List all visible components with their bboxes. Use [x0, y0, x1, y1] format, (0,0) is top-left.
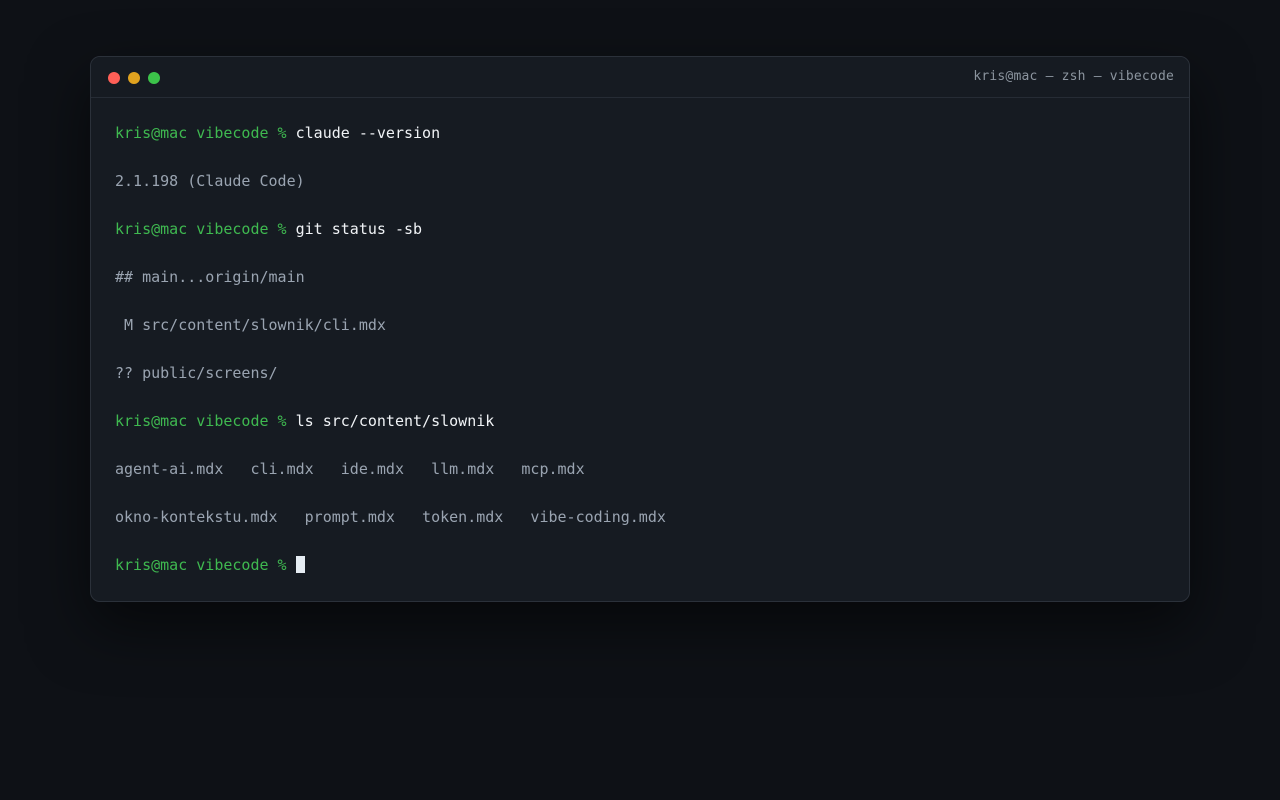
- terminal-window: kris@mac — zsh — vibecode kris@mac vibec…: [90, 56, 1190, 602]
- window-controls: [108, 72, 160, 84]
- terminal-output[interactable]: kris@mac vibecode % claude --version 2.1…: [115, 121, 1169, 601]
- terminal-line-output: okno-kontekstu.mdx prompt.mdx token.mdx …: [115, 508, 666, 526]
- terminal-line-active-prompt[interactable]: kris@mac vibecode %: [115, 553, 1169, 601]
- text-cursor: [295, 556, 305, 573]
- shell-prompt: kris@mac vibecode %: [115, 412, 296, 430]
- maximize-icon[interactable]: [148, 72, 160, 84]
- command-text: git status -sb: [295, 220, 423, 238]
- terminal-line-output: 2.1.198 (Claude Code): [115, 172, 305, 190]
- terminal-line-output: ?? public/screens/: [115, 364, 278, 382]
- terminal-line-command: kris@mac vibecode % claude --version: [115, 121, 1169, 169]
- shell-prompt: kris@mac vibecode %: [115, 124, 296, 142]
- terminal-line-output: ## main...origin/main: [115, 268, 305, 286]
- terminal-line-command: kris@mac vibecode % git status -sb: [115, 217, 1169, 265]
- shell-prompt: kris@mac vibecode %: [115, 556, 296, 574]
- title-bar: kris@mac — zsh — vibecode: [91, 57, 1189, 98]
- window-title: kris@mac — zsh — vibecode: [973, 69, 1174, 84]
- terminal-line-output: agent-ai.mdx cli.mdx ide.mdx llm.mdx mcp…: [115, 460, 585, 478]
- shell-prompt: kris@mac vibecode %: [115, 220, 296, 238]
- terminal-line-output: M src/content/slownik/cli.mdx: [115, 316, 386, 334]
- close-icon[interactable]: [108, 72, 120, 84]
- command-text: ls src/content/slownik: [295, 412, 495, 430]
- command-text: claude --version: [295, 124, 441, 142]
- terminal-line-command: kris@mac vibecode % ls src/content/slown…: [115, 409, 1169, 457]
- minimize-icon[interactable]: [128, 72, 140, 84]
